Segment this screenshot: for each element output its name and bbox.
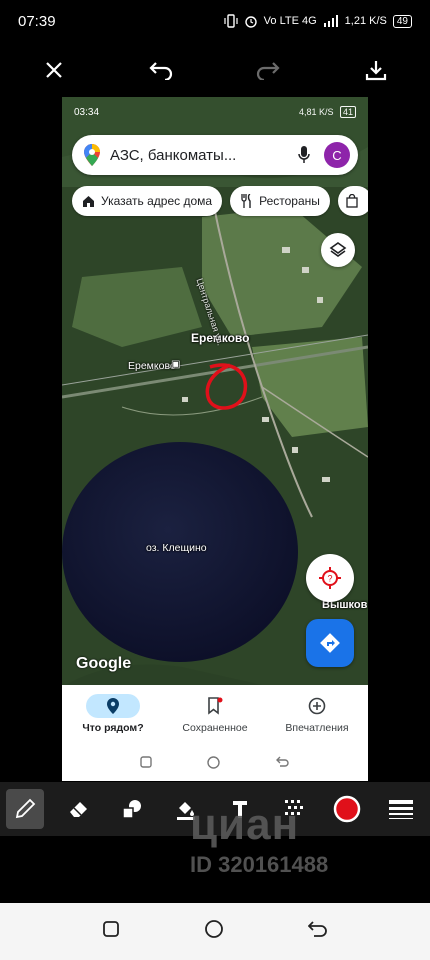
nav-explore-icon-container [86,694,140,718]
bus-stop-icon[interactable]: ▣ [171,359,180,370]
my-location-button[interactable]: ? [306,554,354,602]
nav-label: Что рядом? [82,722,144,734]
shopping-bag-icon [346,194,358,208]
chip-home-address[interactable]: Указать адрес дома [72,186,223,216]
paint-bucket-icon [177,802,196,820]
search-bar[interactable]: АЗС, банкоматы... С [72,135,358,175]
map-label-station[interactable]: Еремково [128,360,176,372]
drawing-toolbar [0,782,430,836]
shapes-tool[interactable] [114,789,152,829]
eraser-tool[interactable] [60,789,98,829]
screenshot-canvas[interactable]: 03:34 4,81 K/S 41 АЗС, банкоматы... С Ук… [62,97,368,781]
undo-icon [149,62,173,80]
text-icon [232,801,247,818]
status-time: 07:39 [18,12,56,30]
inner-home-icon [207,755,221,769]
recents-icon [103,921,119,937]
chip-label: Указать адрес дома [101,194,213,208]
nav-contribute-icon-container [290,694,344,718]
search-input[interactable]: АЗС, банкоматы... [110,147,294,164]
chip-label: Рестораны [259,194,320,208]
nav-saved-icon-container [188,694,242,718]
mosaic-icon [284,800,303,815]
google-logo: Google [76,655,132,672]
location-crosshair-icon: ? [319,567,341,589]
bottom-navigation: Что рядом? Сохраненное Впечатления [62,685,368,743]
svg-text:?: ? [327,574,332,584]
maps-pin-logo-icon [84,144,100,166]
stroke-width-tool[interactable] [382,789,420,829]
category-chips: Указать адрес дома Рестораны [72,186,368,216]
voice-search-button[interactable] [294,145,314,165]
back-button[interactable] [307,921,328,942]
inner-system-navbar [62,743,368,781]
text-tool[interactable] [221,789,259,829]
directions-button[interactable] [306,619,354,667]
alarm-icon [244,16,257,28]
nav-label: Сохраненное [182,722,248,734]
redo-icon [256,62,280,80]
save-button[interactable] [362,56,390,84]
back-icon [307,921,327,937]
close-icon [46,62,62,78]
directions-arrow-icon [320,633,340,653]
plus-circle-icon [308,697,326,715]
vibrate-icon [224,14,238,28]
speed-label: 1,21 K/S [344,15,387,27]
bookmark-icon [208,697,223,715]
inner-back-icon [276,756,289,767]
nav-saved[interactable]: Сохраненное [164,685,266,743]
editor-top-toolbar [0,50,430,90]
undo-button[interactable] [147,56,175,84]
home-icon [83,195,94,207]
nav-contribute[interactable]: Впечатления [266,685,368,743]
nav-explore[interactable]: Что рядом? [62,685,164,743]
avatar[interactable]: С [324,142,350,168]
inner-speed: 4,81 K/S [298,107,334,117]
pencil-icon [15,798,36,819]
pen-tool[interactable] [6,789,44,829]
home-button[interactable] [204,919,224,944]
chip-shopping[interactable] [337,186,368,216]
network-label: Vo LTE 4G [263,15,317,27]
battery-indicator: 49 [392,14,412,28]
recents-button[interactable] [102,920,120,943]
inner-recents-icon [140,756,152,768]
layers-button[interactable] [321,233,355,267]
close-button[interactable] [40,56,68,84]
inner-battery: 41 [339,106,356,118]
download-icon [365,61,387,81]
microphone-icon [298,146,310,163]
nav-label: Впечатления [285,722,349,734]
home-circle-icon [205,920,223,938]
eraser-icon [69,802,87,817]
watermark-id: ID 320161488 [190,852,329,877]
inner-status-time: 03:34 [74,106,100,118]
system-navbar [0,903,430,960]
shapes-icon [122,800,142,819]
fork-knife-icon [241,194,251,208]
inner-status-right: 4,81 K/S 41 [298,106,356,118]
map-label-lake[interactable]: оз. Клещино [146,542,207,554]
redo-button[interactable] [254,56,282,84]
layers-icon [329,242,347,257]
color-picker[interactable] [329,789,367,829]
status-icons: Vo LTE 4G 1,21 K/S 49 [224,14,412,28]
mosaic-tool[interactable] [275,789,313,829]
color-swatch-icon [334,795,361,823]
fill-tool[interactable] [167,789,205,829]
stroke-width-icon [389,800,414,819]
status-bar: 07:39 Vo LTE 4G 1,21 K/S 49 [0,0,430,42]
signal-icon [323,15,338,27]
pin-icon [107,698,119,714]
inner-status-bar: 03:34 4,81 K/S 41 [62,97,368,127]
chip-restaurants[interactable]: Рестораны [230,186,330,216]
